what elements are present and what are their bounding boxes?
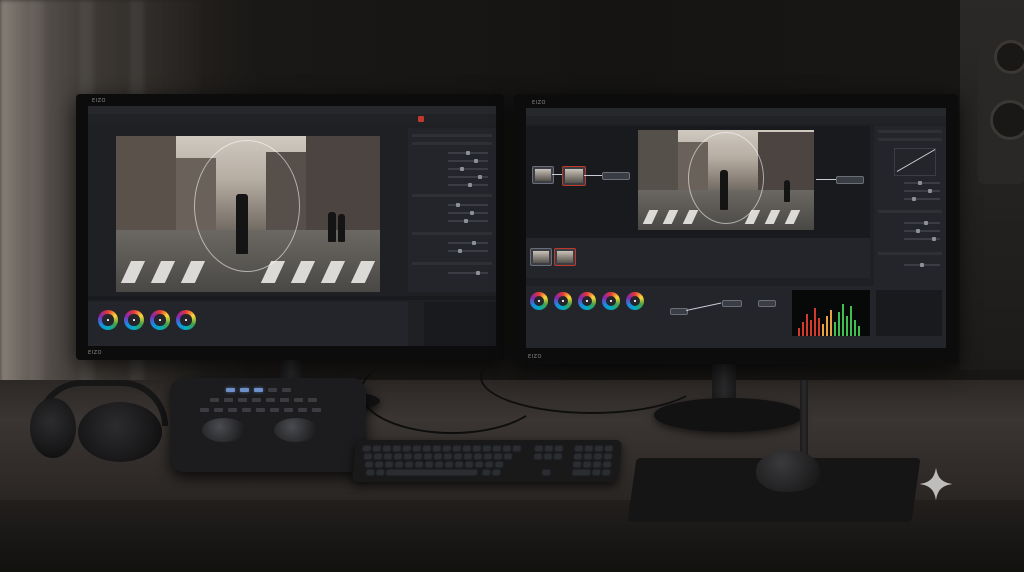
lift-wheel[interactable] [98,310,118,330]
right-screen [526,108,946,348]
left-video-viewer [116,136,380,292]
node-editor [526,126,870,238]
right-monitor-logo: EIZO [532,100,546,106]
offset-wheel[interactable] [602,292,620,310]
speaker-tweeter [994,40,1024,74]
grading-control-panel[interactable] [170,378,366,472]
left-side-panel [424,302,496,346]
right-color-panel [526,286,946,348]
sparkle-icon [919,467,953,501]
background-pedestrian [328,212,336,242]
keyboard[interactable] [351,440,623,482]
gain-wheel[interactable] [150,310,170,330]
offset-wheel[interactable] [176,310,196,330]
extra-wheel[interactable] [626,292,644,310]
photo-scene: EIZO EIZO EIZO EIZO [0,0,1024,572]
speaker-woofer [990,100,1024,140]
power-window-overlay[interactable] [194,140,300,272]
node-output[interactable] [836,176,864,184]
trackball-left[interactable] [202,418,246,442]
right-monitor: EIZO EIZO [514,94,958,364]
right-side-panel [876,290,942,336]
studio-speaker [978,14,1024,184]
right-toolbar [526,116,946,124]
waveform-scope [792,290,870,336]
background-pedestrian [338,214,345,242]
left-color-panel [88,302,408,346]
lift-wheel[interactable] [530,292,548,310]
node-02[interactable] [562,166,586,186]
headphones-left-cup [30,398,76,458]
background-pedestrian [784,180,790,202]
mouse[interactable] [756,450,820,492]
left-menu-bar [88,106,496,114]
headphones-right-cup [78,402,162,462]
gallery-panel [526,238,870,278]
left-transport-bar[interactable] [88,296,496,300]
gain-wheel[interactable] [578,292,596,310]
curve-graph[interactable] [894,148,936,176]
left-inspector-panel [408,128,496,292]
gallery-still-02[interactable] [554,248,576,266]
node-01[interactable] [532,166,554,184]
gamma-wheel[interactable] [554,292,572,310]
left-monitor-bottom-logo: EIZO [88,350,102,356]
right-monitor-base [654,398,804,432]
right-inspector-panel [874,126,946,286]
cable [480,340,704,414]
left-monitor: EIZO EIZO [76,94,504,360]
power-window-overlay[interactable] [688,132,764,224]
gallery-still-01[interactable] [530,248,552,266]
gamma-wheel[interactable] [124,310,144,330]
left-screen [88,106,496,346]
left-toolbar-active-tab[interactable] [418,116,424,122]
left-monitor-logo: EIZO [92,98,106,104]
curve-node[interactable] [758,300,776,307]
right-video-viewer [638,130,814,230]
curve-node[interactable] [722,300,742,307]
right-menu-bar [526,108,946,116]
trackball-right[interactable] [274,418,318,442]
left-toolbar [88,114,496,124]
node-03[interactable] [602,172,630,180]
